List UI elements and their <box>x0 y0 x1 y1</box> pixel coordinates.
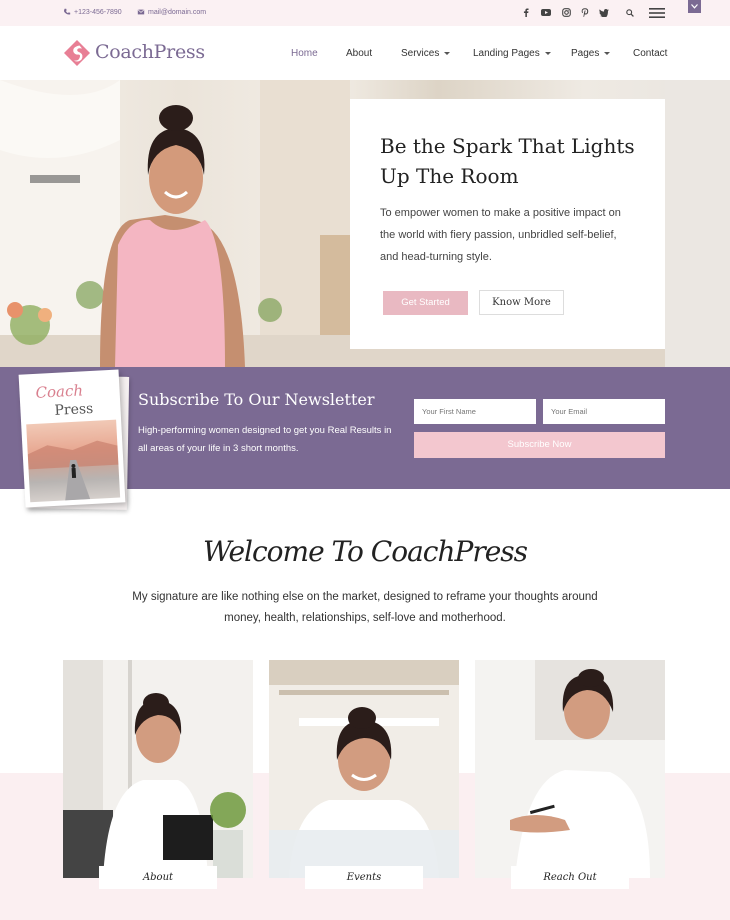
ebook-cover: Coach Press <box>18 369 126 508</box>
instagram-icon[interactable] <box>562 8 571 17</box>
nav-landing-pages[interactable]: Landing Pages <box>473 48 551 59</box>
search-icon[interactable] <box>626 9 634 17</box>
nav-landing-pages-label: Landing Pages <box>473 48 540 59</box>
road-photo <box>27 440 119 501</box>
hero-title: Be the Spark That Lights Up The Room <box>380 134 635 188</box>
nav-contact-label: Contact <box>633 48 668 59</box>
caret-down-icon <box>604 51 611 55</box>
nav-about[interactable]: About <box>346 48 372 59</box>
phone-number: +123-456-7890 <box>74 8 122 16</box>
nav-services[interactable]: Services <box>401 48 451 59</box>
card-label-events[interactable]: Events <box>305 866 423 889</box>
caret-down-icon <box>544 51 551 55</box>
reach-out-photo <box>475 660 665 878</box>
card-about[interactable] <box>63 660 253 878</box>
site-header: CoachPress Home About Services Landing P… <box>0 26 730 80</box>
email-address: mail@domain.com <box>148 8 207 16</box>
nav-home[interactable]: Home <box>291 48 318 59</box>
nav-home-label: Home <box>291 48 318 59</box>
hero-description: To empower women to make a positive impa… <box>380 207 621 263</box>
topbar-toggle-button[interactable] <box>688 0 701 13</box>
card-reach-out[interactable] <box>475 660 665 878</box>
nav-about-label: About <box>346 48 373 59</box>
logo-text[interactable]: CoachPress <box>95 41 205 63</box>
card-label-reach-out[interactable]: Reach Out <box>511 866 629 889</box>
hamburger-menu-icon[interactable] <box>649 8 665 18</box>
hero-card: Be the Spark That Lights Up The Room To … <box>350 99 665 349</box>
phone-icon <box>64 8 71 15</box>
events-photo <box>269 660 459 878</box>
facebook-icon[interactable] <box>523 8 529 17</box>
book-cover-image <box>26 419 121 503</box>
pinterest-icon[interactable] <box>581 8 589 17</box>
nav-services-label: Services <box>401 48 440 59</box>
first-name-input[interactable] <box>414 399 536 424</box>
nav-pages[interactable]: Pages <box>571 48 611 59</box>
newsletter-title: Subscribe To Our Newsletter <box>138 390 375 409</box>
hero-section: Be the Spark That Lights Up The Room To … <box>0 80 730 367</box>
get-started-button[interactable]: Get Started <box>383 291 468 315</box>
book-title-script: Coach <box>35 381 84 402</box>
twitter-icon[interactable] <box>599 9 609 17</box>
nav-pages-label: Pages <box>571 48 600 59</box>
welcome-title: Welcome To CoachPress <box>202 535 528 568</box>
welcome-description: My signature are like nothing else on th… <box>132 591 598 624</box>
know-more-button[interactable]: Know More <box>479 290 564 315</box>
about-photo <box>63 660 253 878</box>
email-contact[interactable]: mail@domain.com <box>137 8 206 16</box>
chevron-down-icon <box>691 4 698 9</box>
nav-contact[interactable]: Contact <box>633 48 667 59</box>
youtube-icon[interactable] <box>541 9 551 16</box>
newsletter-description: High-performing women designed to get yo… <box>138 425 392 454</box>
card-events[interactable] <box>269 660 459 878</box>
subscribe-button[interactable]: Subscribe Now <box>414 432 665 458</box>
caret-down-icon <box>444 51 451 55</box>
book-title: Press <box>54 400 94 419</box>
top-bar: +123-456-7890 mail@domain.com <box>0 0 730 26</box>
email-input[interactable] <box>543 399 665 424</box>
mail-icon <box>137 9 145 15</box>
card-label-about[interactable]: About <box>99 866 217 889</box>
logo-mark-icon[interactable] <box>63 39 91 67</box>
phone-contact[interactable]: +123-456-7890 <box>63 8 122 16</box>
